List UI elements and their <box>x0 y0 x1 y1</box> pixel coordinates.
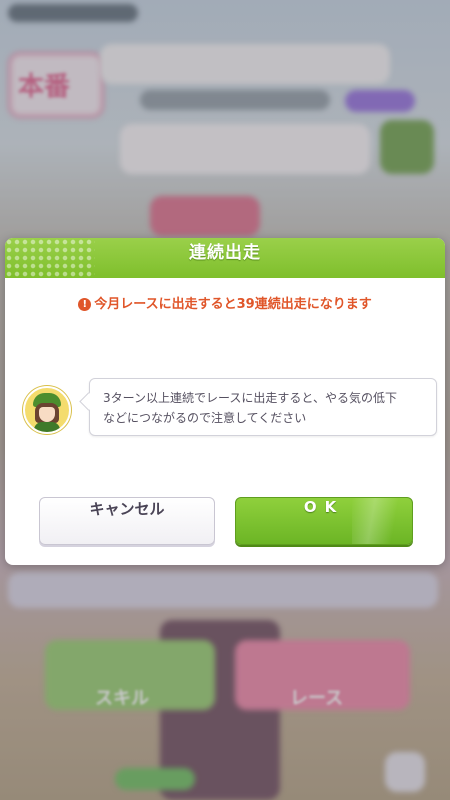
advice-line-1: 3ターン以上連続でレースに出走すると、やる気の低下 <box>103 391 397 405</box>
cancel-button-label: キャンセル <box>89 500 165 518</box>
warning-icon: ! <box>78 298 92 311</box>
ok-button-shine <box>352 498 412 544</box>
advice-text: 3ターン以上連続でレースに出走すると、やる気の低下 などにつながるので注意してく… <box>103 388 433 428</box>
consecutive-race-dialog: 連続出走 ! 今月レースに出走すると39連続出走になります 3ターン以上連続でレー… <box>5 238 445 565</box>
ok-button[interactable]: OK <box>235 497 413 545</box>
warning-text: 今月レースに出走すると39連続出走になります <box>94 297 372 312</box>
cancel-button[interactable]: キャンセル <box>39 497 215 545</box>
dialog-header: 連続出走 <box>5 238 445 278</box>
advice-line-2: などにつながるので注意してください <box>103 411 307 425</box>
ok-button-label: OK <box>303 498 345 516</box>
warning-message: ! 今月レースに出走すると39連続出走になります <box>5 293 445 312</box>
dialog-title: 連続出走 <box>189 243 261 263</box>
advisor-avatar <box>23 386 71 434</box>
avatar-body <box>34 422 60 432</box>
